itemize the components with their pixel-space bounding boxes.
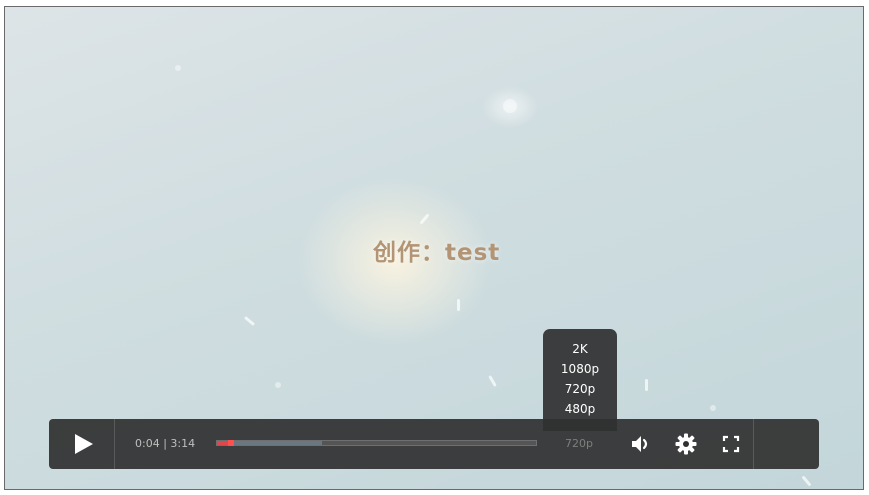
- progress-bar[interactable]: [216, 440, 537, 446]
- gear-icon: [675, 433, 697, 455]
- fullscreen-button[interactable]: [719, 432, 743, 456]
- light-spark: [419, 213, 430, 225]
- light-particle: [175, 65, 181, 71]
- light-spark: [801, 475, 812, 487]
- volume-button[interactable]: [629, 432, 653, 456]
- volume-icon: [632, 436, 648, 452]
- quality-option-480p[interactable]: 480p: [543, 399, 617, 419]
- video-player[interactable]: 创作：test 2K 1080p 720p 480p 0:04 | 3:14 7…: [4, 6, 864, 490]
- light-particle: [503, 99, 517, 113]
- play-icon: [75, 434, 93, 454]
- light-particle: [710, 405, 716, 411]
- fullscreen-icon: [722, 435, 740, 453]
- settings-button[interactable]: [674, 432, 698, 456]
- quality-menu: 2K 1080p 720p 480p: [543, 329, 617, 431]
- light-spark: [488, 375, 497, 387]
- light-spark: [645, 379, 648, 391]
- quality-button[interactable]: 720p: [565, 437, 593, 450]
- time-display: 0:04 | 3:14: [135, 437, 196, 450]
- progress-handle[interactable]: [228, 440, 235, 446]
- light-spark: [243, 315, 256, 327]
- video-caption: 创作：test: [373, 240, 501, 266]
- play-button[interactable]: [49, 419, 115, 469]
- quality-option-720p[interactable]: 720p: [543, 379, 617, 399]
- control-divider: [753, 419, 754, 469]
- quality-option-2k[interactable]: 2K: [543, 339, 617, 359]
- light-spark: [457, 299, 460, 311]
- light-particle: [275, 382, 281, 388]
- quality-option-1080p[interactable]: 1080p: [543, 359, 617, 379]
- control-bar: 0:04 | 3:14 720p: [49, 419, 819, 469]
